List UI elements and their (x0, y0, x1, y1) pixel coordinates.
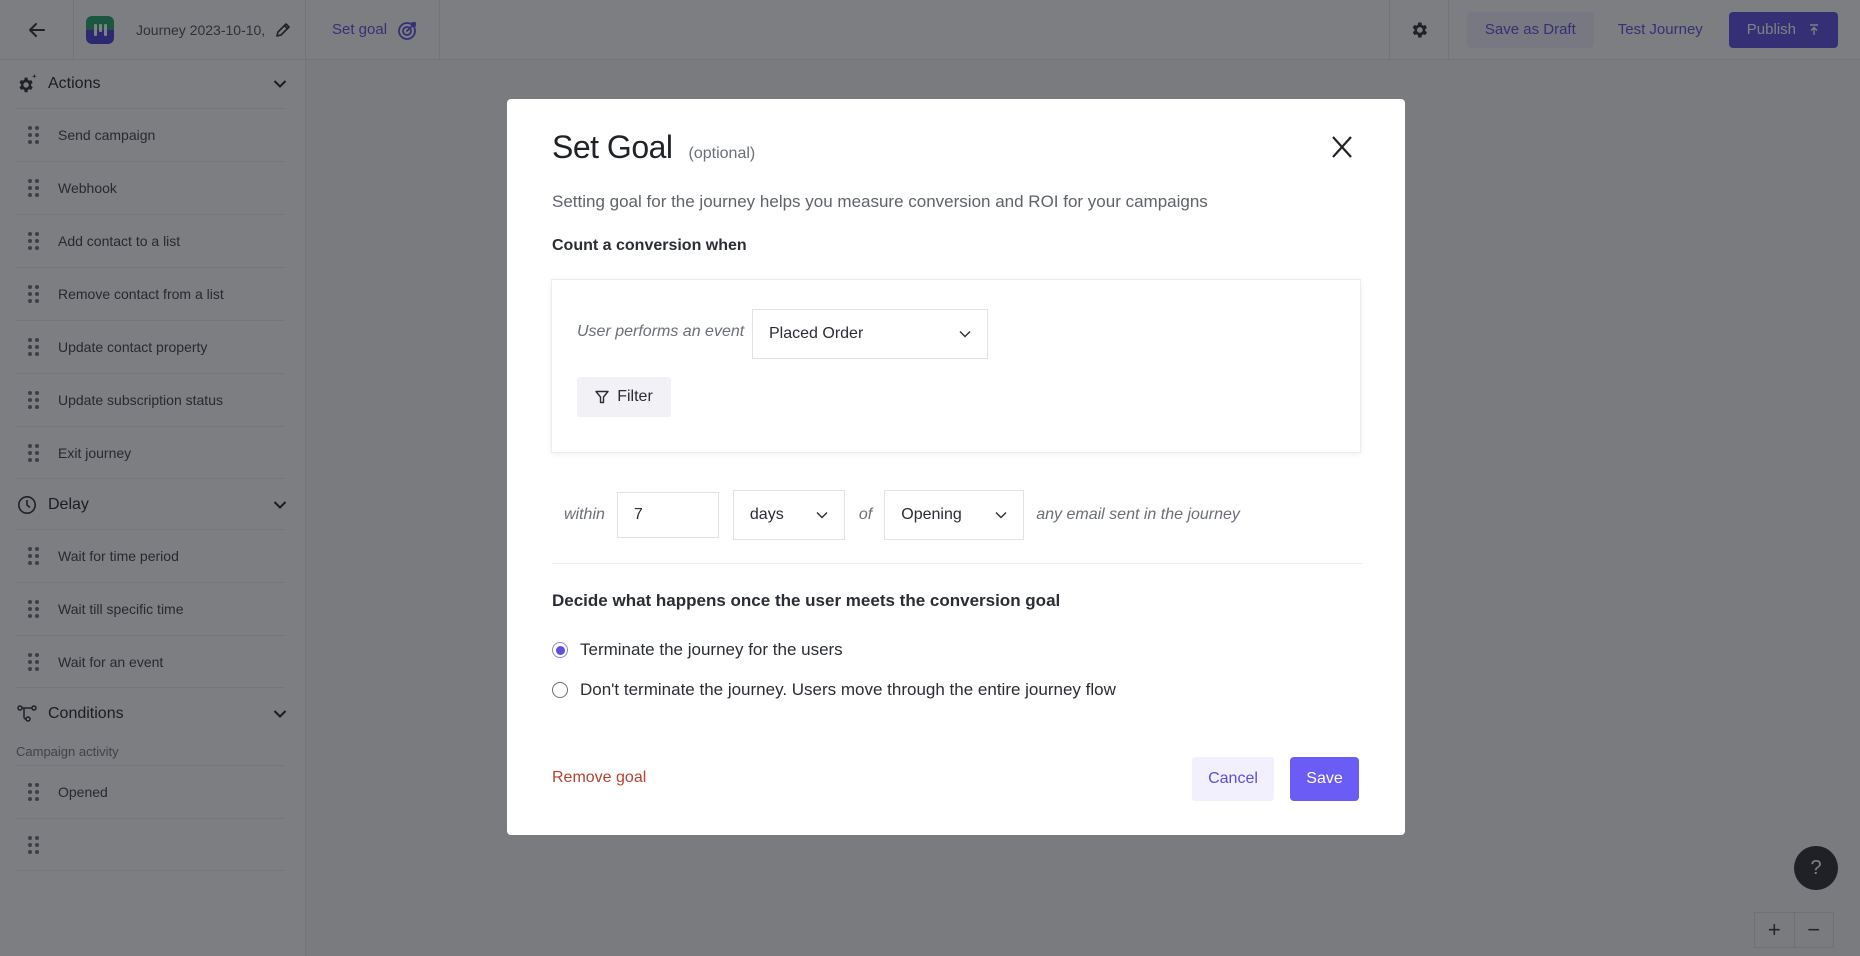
chevron-down-icon (959, 331, 971, 338)
remove-goal-link[interactable]: Remove goal (552, 769, 646, 787)
filter-button[interactable]: Filter (577, 377, 671, 417)
option-dont-terminate[interactable]: Don't terminate the journey. Users move … (552, 680, 1116, 700)
radio-unselected[interactable] (552, 682, 568, 698)
set-goal-modal: Set Goal (optional) Setting goal for the… (507, 99, 1405, 835)
time-unit-select[interactable]: days (732, 490, 845, 540)
event-select-value: Placed Order (769, 325, 864, 342)
filter-icon (595, 390, 609, 404)
activity-select[interactable]: Opening (884, 490, 1025, 540)
modal-optional-tag: (optional) (688, 145, 756, 162)
filter-label: Filter (617, 388, 653, 405)
event-select[interactable]: Placed Order (752, 309, 988, 359)
option-terminate-label: Terminate the journey for the users (580, 640, 843, 659)
option-terminate[interactable]: Terminate the journey for the users (552, 640, 843, 660)
event-label: User performs an event (577, 323, 745, 340)
chevron-down-icon (816, 512, 828, 519)
save-button[interactable]: Save (1290, 757, 1359, 801)
close-button[interactable] (1324, 129, 1360, 165)
option-dont-terminate-label: Don't terminate the journey. Users move … (580, 680, 1116, 699)
modal-title: Set Goal (552, 129, 673, 165)
chevron-down-icon (995, 512, 1007, 519)
decide-title: Decide what happens once the user meets … (552, 591, 1061, 610)
modal-header: Set Goal (optional) (552, 129, 755, 166)
of-label: of (858, 506, 873, 523)
days-count-input[interactable] (616, 492, 719, 538)
count-conversion-title: Count a conversion when (552, 237, 747, 254)
radio-selected[interactable] (552, 642, 568, 658)
time-unit-value: days (749, 506, 784, 523)
activity-value: Opening (901, 506, 962, 523)
modal-description: Setting goal for the journey helps you m… (552, 192, 1208, 211)
cancel-button[interactable]: Cancel (1192, 757, 1274, 801)
email-scope-label: any email sent in the journey (1036, 506, 1240, 523)
event-condition-card: User performs an event Placed Order Filt… (551, 279, 1361, 453)
time-window-row: within days of Opening any email sent in… (552, 490, 1362, 564)
within-label: within (564, 506, 605, 523)
close-x-icon (1332, 136, 1352, 158)
